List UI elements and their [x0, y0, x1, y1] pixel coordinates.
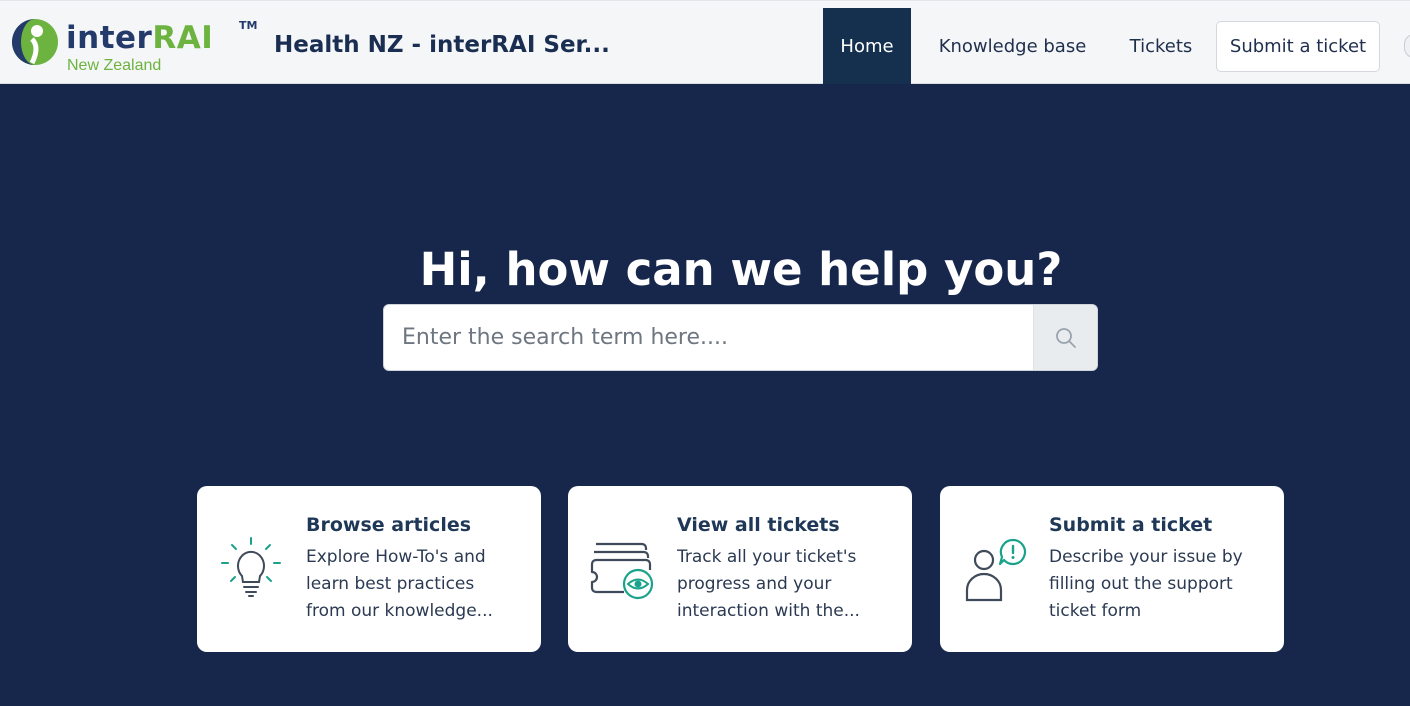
card-description-line: Describe your issue by: [1049, 547, 1243, 567]
search-bar: [383, 304, 1098, 371]
card-title: Browse articles: [306, 514, 472, 536]
card-description-line: Explore How-To's and: [306, 547, 486, 567]
card-description-line: progress and your: [677, 574, 832, 594]
card-view-all-tickets[interactable]: View all tickets Track all your ticket's…: [568, 486, 912, 652]
card-title: Submit a ticket: [1049, 514, 1213, 536]
card-description: Track all your ticket's progress and you…: [677, 544, 899, 625]
profile-avatar-edge[interactable]: [1404, 34, 1410, 58]
card-description-line: interaction with the...: [677, 601, 860, 621]
nav-tickets[interactable]: Tickets: [1117, 8, 1205, 84]
search-icon: [1055, 327, 1076, 348]
site-title[interactable]: Health NZ - interRAI Ser...: [274, 31, 610, 59]
card-description-line: from our knowledge...: [306, 601, 493, 621]
lightbulb-icon: [221, 537, 281, 597]
card-description-line: filling out the support: [1049, 574, 1233, 594]
logo-trademark: TM: [239, 19, 258, 32]
card-description-line: ticket form: [1049, 601, 1142, 621]
logo-wordmark: interRAI: [66, 20, 213, 56]
card-description: Describe your issue by filling out the s…: [1049, 544, 1271, 625]
card-description-line: Track all your ticket's: [677, 547, 857, 567]
logo-word-inter: inter: [66, 20, 153, 56]
card-description-line: learn best practices: [306, 574, 475, 594]
tickets-view-icon: [590, 542, 654, 600]
search-input[interactable]: [384, 305, 1035, 370]
logo-subtitle: New Zealand: [67, 57, 162, 74]
interrai-logo[interactable]: interRAI TM New Zealand: [10, 15, 260, 77]
nav-submit-ticket-button[interactable]: Submit a ticket: [1216, 21, 1380, 72]
logo-mark-icon: [12, 19, 58, 65]
search-button[interactable]: [1033, 305, 1097, 370]
card-browse-articles[interactable]: Browse articles Explore How-To's and lea…: [197, 486, 541, 652]
card-description: Explore How-To's and learn best practice…: [306, 544, 528, 625]
logo-word-rai: RAI: [152, 20, 214, 56]
top-navbar: interRAI TM New Zealand Health NZ - inte…: [0, 0, 1410, 84]
nav-knowledge-base[interactable]: Knowledge base: [925, 8, 1100, 84]
hero-title: Hi, how can we help you?: [419, 243, 1063, 296]
card-submit-ticket[interactable]: Submit a ticket Describe your issue by f…: [940, 486, 1284, 652]
person-alert-icon: [965, 538, 1027, 602]
nav-home[interactable]: Home: [823, 8, 911, 84]
card-title: View all tickets: [677, 514, 840, 536]
